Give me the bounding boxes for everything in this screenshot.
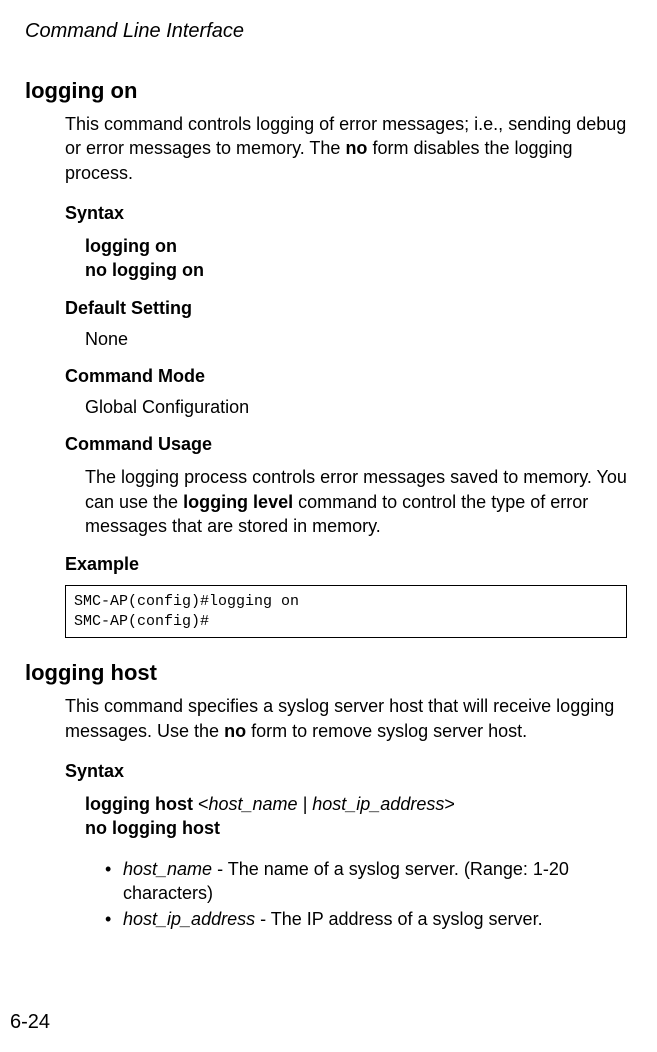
command-usage-heading: Command Usage	[65, 434, 637, 455]
command-mode-heading: Command Mode	[65, 366, 637, 387]
example-heading: Example	[65, 554, 637, 575]
param-desc-2: - The IP address of a syslog server.	[255, 909, 542, 929]
command-mode-value: Global Configuration	[85, 397, 637, 418]
section-title-logging-on: logging on	[25, 78, 637, 104]
default-setting-heading: Default Setting	[65, 298, 637, 319]
default-setting-value: None	[85, 329, 637, 350]
syntax-block-logging-on: logging on no logging on	[85, 234, 637, 283]
logging-on-description: This command controls logging of error m…	[65, 112, 627, 185]
list-item: host_name - The name of a syslog server.…	[105, 857, 627, 906]
list-item: host_ip_address - The IP address of a sy…	[105, 907, 627, 931]
parameter-list: host_name - The name of a syslog server.…	[105, 857, 627, 932]
syntax-italic: host_name | host_ip_address	[209, 794, 445, 814]
syntax-line-1: logging on	[85, 234, 637, 258]
section-title-logging-host: logging host	[25, 660, 637, 686]
command-usage-text: The logging process controls error messa…	[85, 465, 627, 538]
syntax-angle1: <	[198, 794, 209, 814]
syntax-block-logging-host: logging host <host_name | host_ip_addres…	[85, 792, 637, 841]
page-number: 6-24	[10, 1011, 50, 1034]
usage-bold: logging level	[183, 492, 293, 512]
param-name-1: host_name	[123, 859, 212, 879]
syntax-bold1: logging host	[85, 794, 198, 814]
param-name-2: host_ip_address	[123, 909, 255, 929]
logging-host-description: This command specifies a syslog server h…	[65, 694, 627, 743]
syntax-heading: Syntax	[65, 203, 637, 224]
desc2-part2: form to remove syslog server host.	[246, 721, 527, 741]
desc2-bold: no	[224, 721, 246, 741]
syntax-line-2: no logging on	[85, 258, 637, 282]
syntax-heading-2: Syntax	[65, 761, 637, 782]
syntax-host-line1: logging host <host_name | host_ip_addres…	[85, 792, 637, 816]
page-header: Command Line Interface	[25, 20, 637, 43]
syntax-host-line2: no logging host	[85, 816, 637, 840]
example-code-block: SMC-AP(config)#logging on SMC-AP(config)…	[65, 585, 627, 638]
syntax-angle2: >	[444, 794, 455, 814]
desc-bold: no	[345, 138, 367, 158]
